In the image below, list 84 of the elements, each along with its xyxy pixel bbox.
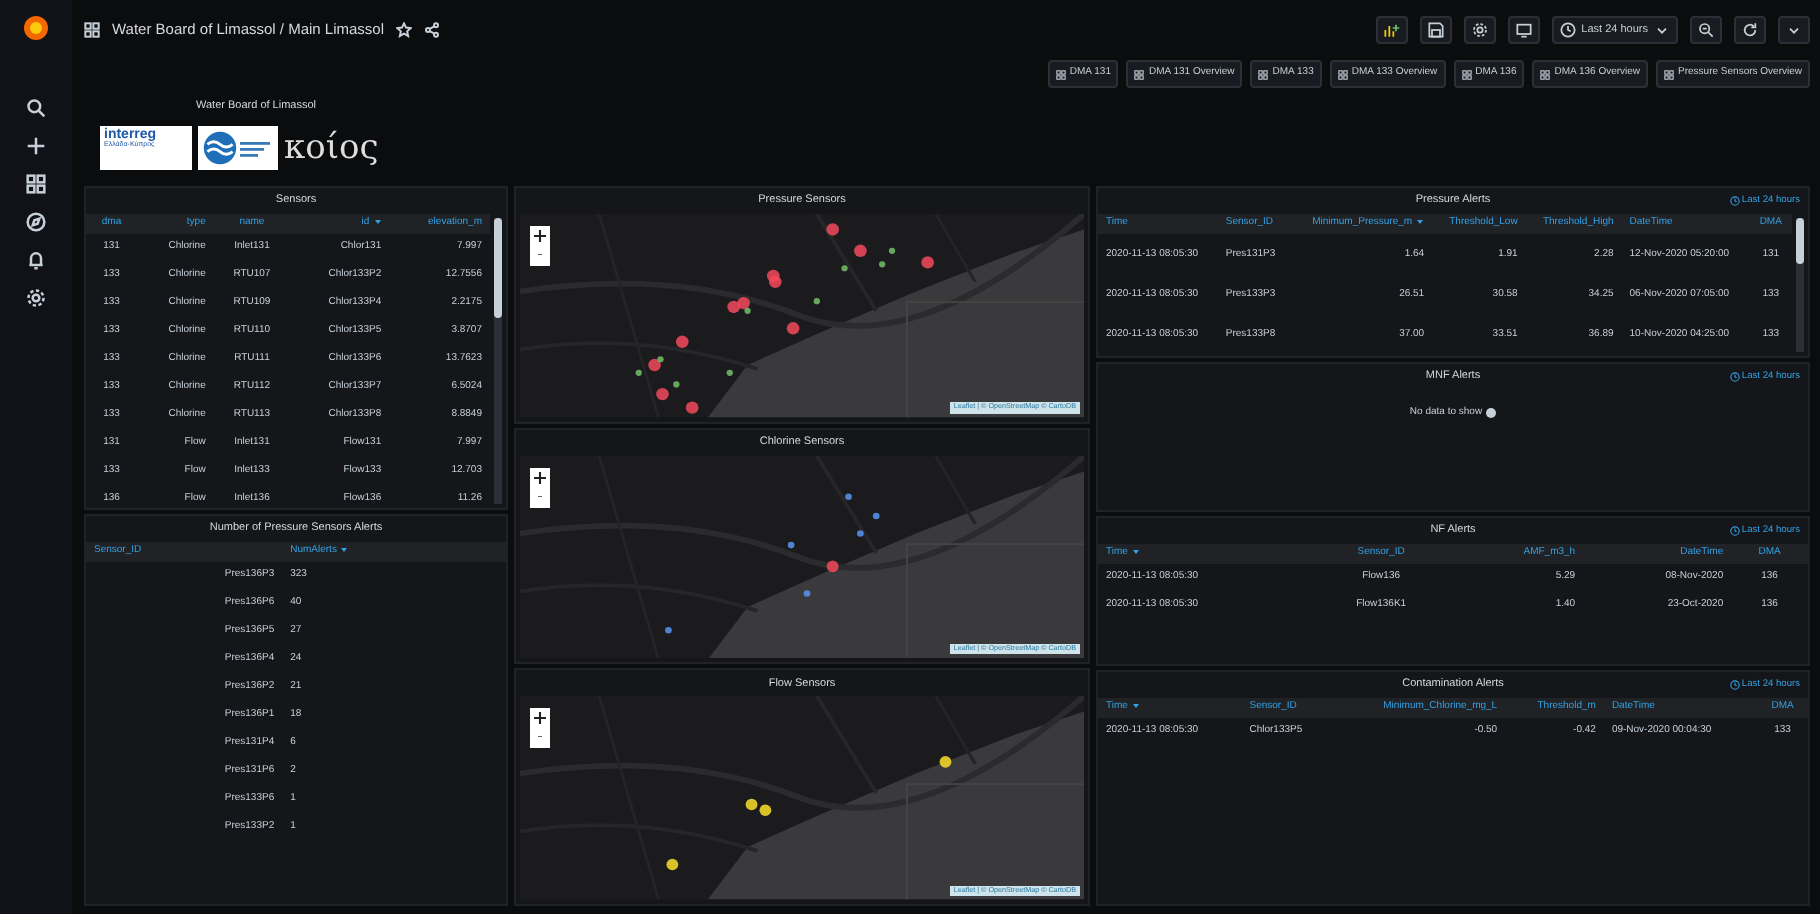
compass-icon[interactable] [26, 212, 46, 232]
map-marker[interactable] [879, 261, 886, 268]
scrollbar[interactable] [494, 218, 502, 504]
settings-icon[interactable] [26, 288, 46, 308]
zoom-out-icon [1698, 22, 1714, 38]
save-icon [1427, 22, 1444, 38]
map-marker[interactable] [727, 300, 741, 314]
map-marker[interactable] [657, 356, 664, 363]
zoom-out-button[interactable] [1690, 16, 1722, 44]
monitor-button[interactable] [1507, 16, 1540, 44]
zoom-in-button[interactable] [530, 708, 550, 729]
dashboards-icon [1664, 69, 1675, 79]
map-marker[interactable] [726, 369, 733, 376]
clock-icon [1729, 526, 1740, 537]
clock-icon [1559, 22, 1576, 38]
map-marker[interactable] [673, 381, 680, 388]
logo-icon[interactable] [20, 12, 52, 44]
map-marker[interactable] [888, 247, 896, 254]
map-marker[interactable] [841, 265, 848, 272]
map-marker[interactable] [768, 275, 782, 288]
refresh-button[interactable] [1734, 16, 1766, 44]
info-icon [1486, 408, 1497, 419]
save-button[interactable] [1419, 16, 1452, 44]
sort-icon [1131, 547, 1140, 556]
sort-icon [373, 217, 382, 226]
map-marker[interactable] [826, 559, 839, 572]
map-marker[interactable] [787, 541, 795, 548]
map-marker[interactable] [685, 401, 699, 414]
map-marker[interactable] [648, 358, 661, 372]
search-icon[interactable] [26, 98, 46, 118]
sort-icon [340, 545, 349, 554]
dashboards-icon [1055, 69, 1066, 79]
plus-icon [534, 712, 546, 725]
map-marker[interactable] [744, 307, 751, 314]
zoom-in-button[interactable] [530, 226, 550, 246]
dashboards-icon[interactable] [26, 174, 46, 194]
sort-icon [1131, 701, 1140, 710]
dashboards-icon [1258, 69, 1269, 79]
plus-icon [534, 229, 546, 242]
map-marker[interactable] [845, 492, 852, 500]
caret-icon [1654, 22, 1670, 38]
map-marker[interactable] [939, 756, 952, 769]
map-marker[interactable] [759, 805, 772, 817]
map-marker[interactable] [665, 626, 672, 633]
settings-button[interactable] [1463, 16, 1496, 44]
bell-icon[interactable] [26, 250, 46, 270]
map-marker[interactable] [656, 387, 669, 401]
water-board-logo [198, 126, 278, 171]
map-marker[interactable] [921, 256, 934, 269]
zoom-in-button[interactable] [530, 467, 550, 488]
clock-icon [1729, 372, 1740, 383]
dashboards-icon [1134, 69, 1145, 79]
map-marker[interactable] [854, 244, 867, 257]
plus-icon[interactable] [26, 136, 46, 156]
dashboards-icon [1337, 69, 1348, 79]
map-marker[interactable] [813, 298, 820, 305]
add-panel-button[interactable] [1375, 16, 1408, 44]
map-marker[interactable] [786, 322, 800, 335]
sort-icon [1416, 217, 1425, 226]
map-marker[interactable] [635, 369, 642, 376]
map-marker[interactable] [826, 223, 839, 236]
map-marker[interactable] [803, 589, 811, 597]
map-marker[interactable] [872, 512, 880, 519]
dashboards-icon [1461, 69, 1472, 79]
dashboards-icon [1540, 69, 1551, 79]
star-icon[interactable] [396, 22, 413, 38]
plus-icon [534, 471, 546, 484]
bar-chart-icon [1383, 22, 1400, 38]
koios-logo: κοίος [284, 131, 379, 166]
share-icon[interactable] [424, 22, 441, 38]
refresh-icon [1742, 22, 1758, 38]
scrollbar[interactable] [1796, 218, 1804, 352]
settings-icon [1471, 22, 1488, 38]
caret-icon [1786, 22, 1802, 38]
clock-icon [1729, 196, 1740, 207]
map-marker[interactable] [857, 529, 864, 537]
clock-icon [1729, 680, 1740, 691]
dashboards-icon [84, 22, 100, 38]
map-marker[interactable] [745, 799, 758, 811]
map-marker[interactable] [666, 859, 679, 871]
map-marker[interactable] [675, 335, 689, 348]
map-marker[interactable] [737, 296, 750, 310]
refresh-interval-button[interactable] [1778, 16, 1810, 44]
monitor-icon [1515, 22, 1532, 38]
